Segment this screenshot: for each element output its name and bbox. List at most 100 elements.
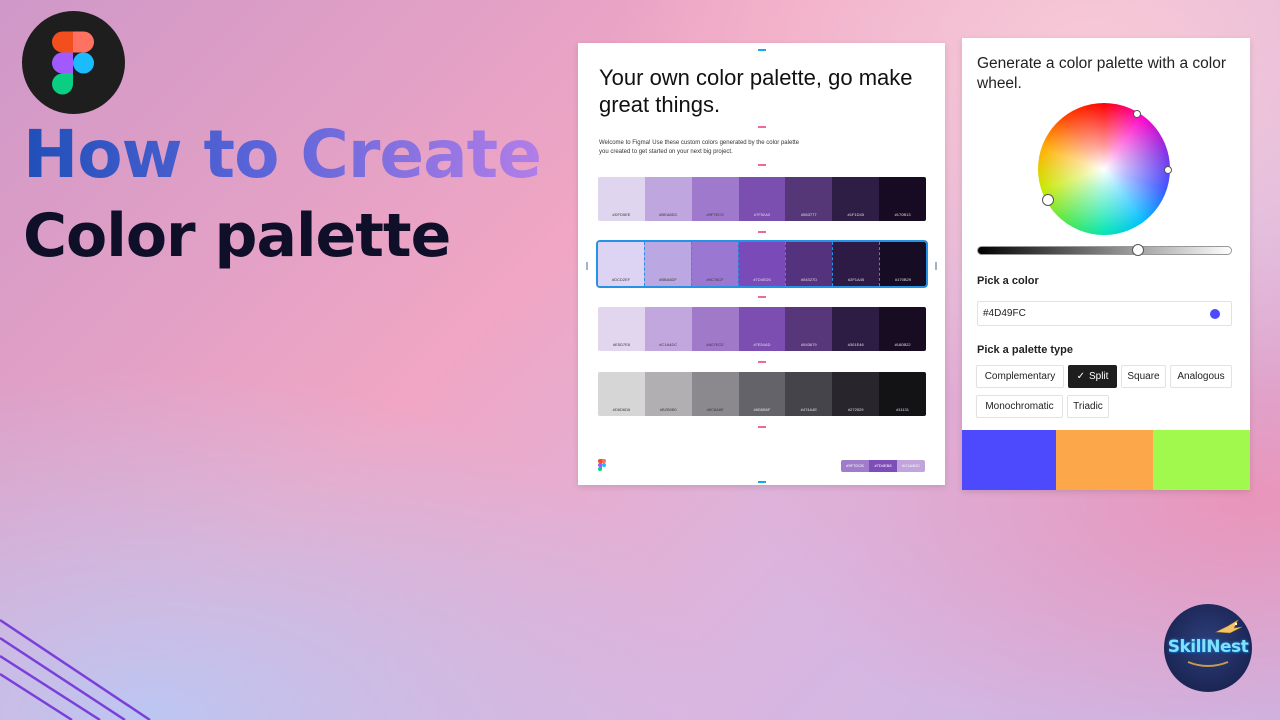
swatch-hex-label: #E5D7E8 — [612, 342, 630, 347]
swatch-hex-label: #8C8A8E — [706, 407, 724, 412]
brightness-slider[interactable] — [977, 246, 1232, 255]
palette-type-analogous[interactable]: Analogous — [1170, 365, 1232, 388]
wheel-panel-heading: Generate a color palette with a color wh… — [977, 55, 1226, 92]
swatch-hex-label: #C1A4DC — [659, 342, 678, 347]
hex-color-field[interactable] — [977, 301, 1232, 326]
color-swatch[interactable]: #E5D7E8 — [598, 307, 645, 351]
wheel-handle[interactable] — [1133, 110, 1141, 118]
swatch-hex-label: #11131 — [896, 407, 909, 412]
color-swatch[interactable]: #543679 — [785, 307, 833, 351]
palette-row[interactable]: #D6D6D6 #B2B0B0 #8C8A8E #6B6B6F #474A4E #2725… — [598, 372, 926, 416]
chip-label: Analogous — [1177, 371, 1225, 382]
color-swatch[interactable]: #272529 — [832, 372, 880, 416]
figma-badge — [22, 11, 125, 114]
palette-type-square[interactable]: Square — [1121, 365, 1166, 388]
color-swatch[interactable]: #BBA6DF — [644, 242, 691, 286]
color-swatch[interactable]: #563777 — [785, 177, 833, 221]
check-icon: ✓ — [1076, 371, 1085, 382]
palette-type-label: Pick a palette type — [977, 344, 1073, 356]
wheel-handle-primary[interactable] — [1042, 194, 1054, 206]
nest-icon — [1187, 661, 1229, 667]
palette-type-triadic[interactable]: Triadic — [1067, 395, 1109, 418]
color-swatch[interactable]: #11131 — [879, 372, 926, 416]
swatch-hex-label: #54327D — [800, 277, 818, 282]
swatch-hex-label: #DCD2EF — [611, 277, 631, 282]
swatch-hex-label: #180B22 — [894, 342, 911, 347]
swatch-hex-label: #7D4ED6 — [753, 277, 771, 282]
palette-row[interactable]: #DFD5EE #BEA8DC #9F7ECS #7F52A0 #563777 #1F1D… — [598, 177, 926, 221]
decorative-lines — [0, 618, 151, 720]
spacing-marker — [758, 296, 766, 298]
swatch-hex-label: #1F1D45 — [847, 212, 864, 217]
hex-color-input[interactable] — [978, 302, 1183, 325]
palette-type-monochromatic[interactable]: Monochromatic — [976, 395, 1063, 418]
swatch-hex-label: #D6D6D6 — [612, 407, 631, 412]
color-swatch[interactable]: #6B6B6F — [738, 372, 786, 416]
color-swatch[interactable]: #7D4ED6 — [738, 242, 785, 286]
color-swatch[interactable]: #7E54AD — [738, 307, 786, 351]
color-swatch[interactable]: #2F1A45 — [832, 242, 879, 286]
swatch-hex-label: #474A4E — [800, 407, 818, 412]
chip-label: Split — [1088, 371, 1109, 382]
color-swatch[interactable]: #BEA8DC — [644, 177, 692, 221]
hex-color-swatch — [1210, 309, 1220, 319]
spacing-marker — [758, 164, 766, 166]
color-swatch[interactable]: #9F7ECS — [691, 177, 739, 221]
selection-handle[interactable] — [586, 262, 588, 270]
color-pill-group: #9F7DCB #7D4EB8 #C1A4DC — [841, 460, 925, 472]
color-swatch[interactable]: #170B13 — [879, 177, 926, 221]
color-swatch[interactable]: #7F52A0 — [738, 177, 786, 221]
selection-handle[interactable] — [935, 262, 937, 270]
figma-logo-icon — [52, 31, 94, 95]
spacing-marker — [758, 126, 766, 128]
color-swatch[interactable]: #54327D — [785, 242, 832, 286]
color-pill[interactable]: #7D4EB8 — [869, 460, 897, 472]
color-wheel[interactable] — [1038, 103, 1170, 235]
swatch-hex-label: #272529 — [847, 407, 864, 412]
palette-type-complementary[interactable]: Complementary — [976, 365, 1064, 388]
color-pill[interactable]: #C1A4DC — [897, 460, 925, 472]
color-swatch[interactable]: #301E46 — [832, 307, 880, 351]
swatch-hex-label: #DFD5EE — [612, 212, 631, 217]
brightness-slider-thumb[interactable] — [1131, 244, 1144, 256]
swatch-hex-label: #BBA6DF — [659, 277, 677, 282]
swatch-hex-label: #A07ECE — [706, 342, 724, 347]
swatch-hex-label: #563777 — [801, 212, 817, 217]
color-swatch[interactable]: #8C8A8E — [691, 372, 739, 416]
frame-handle — [758, 49, 766, 51]
chip-label: Square — [1127, 371, 1160, 382]
color-swatch[interactable]: #A07ECE — [691, 307, 739, 351]
wheel-handle[interactable] — [1164, 166, 1172, 174]
swatch-hex-label: #6B6B6F — [753, 407, 771, 412]
color-swatch[interactable]: #D6D6D6 — [598, 372, 645, 416]
bird-icon — [1214, 619, 1243, 634]
spacing-marker — [758, 231, 766, 233]
color-swatch[interactable]: #180B22 — [879, 307, 926, 351]
swatch-hex-label: #2F1A45 — [847, 277, 865, 282]
chip-label: Monochromatic — [985, 401, 1054, 412]
result-swatch — [1153, 430, 1250, 490]
color-pill[interactable]: #9F7DCB — [841, 460, 869, 472]
color-swatch[interactable]: #474A4E — [785, 372, 833, 416]
palette-row[interactable]: #E5D7E8 #C1A4DC #A07ECE #7E54AD #543679 #301E… — [598, 307, 926, 351]
palette-document: Your own color palette, go make great th… — [578, 43, 945, 485]
color-swatch[interactable]: #9C78CF — [691, 242, 738, 286]
spacing-marker — [758, 361, 766, 363]
doc-intro: Welcome to Figma! Use these custom color… — [599, 140, 799, 155]
palette-type-split[interactable]: ✓ Split — [1068, 365, 1117, 388]
result-swatch — [1056, 430, 1153, 490]
chip-label: Triadic — [1073, 401, 1103, 412]
color-swatch[interactable]: #C1A4DC — [644, 307, 692, 351]
title-line-2: Color palette — [23, 201, 451, 271]
doc-heading: Your own color palette, go make great th… — [599, 65, 913, 117]
color-swatch[interactable]: #DCD2EF — [598, 242, 644, 286]
swatch-hex-label: #9F7ECS — [706, 212, 724, 217]
color-swatch[interactable]: #1F1D45 — [832, 177, 880, 221]
color-swatch[interactable]: #B2B0B0 — [644, 372, 692, 416]
chip-label: Complementary — [984, 371, 1056, 382]
palette-row-selected[interactable]: #DCD2EF #BBA6DF #9C78CF #7D4ED6 #54327D #2F1A… — [596, 240, 928, 288]
swatch-hex-label: #B2B0B0 — [659, 407, 677, 412]
skillnest-logo: SkillNest — [1164, 604, 1252, 692]
color-swatch[interactable]: #DFD5EE — [598, 177, 645, 221]
color-swatch[interactable]: #170B29 — [879, 242, 926, 286]
